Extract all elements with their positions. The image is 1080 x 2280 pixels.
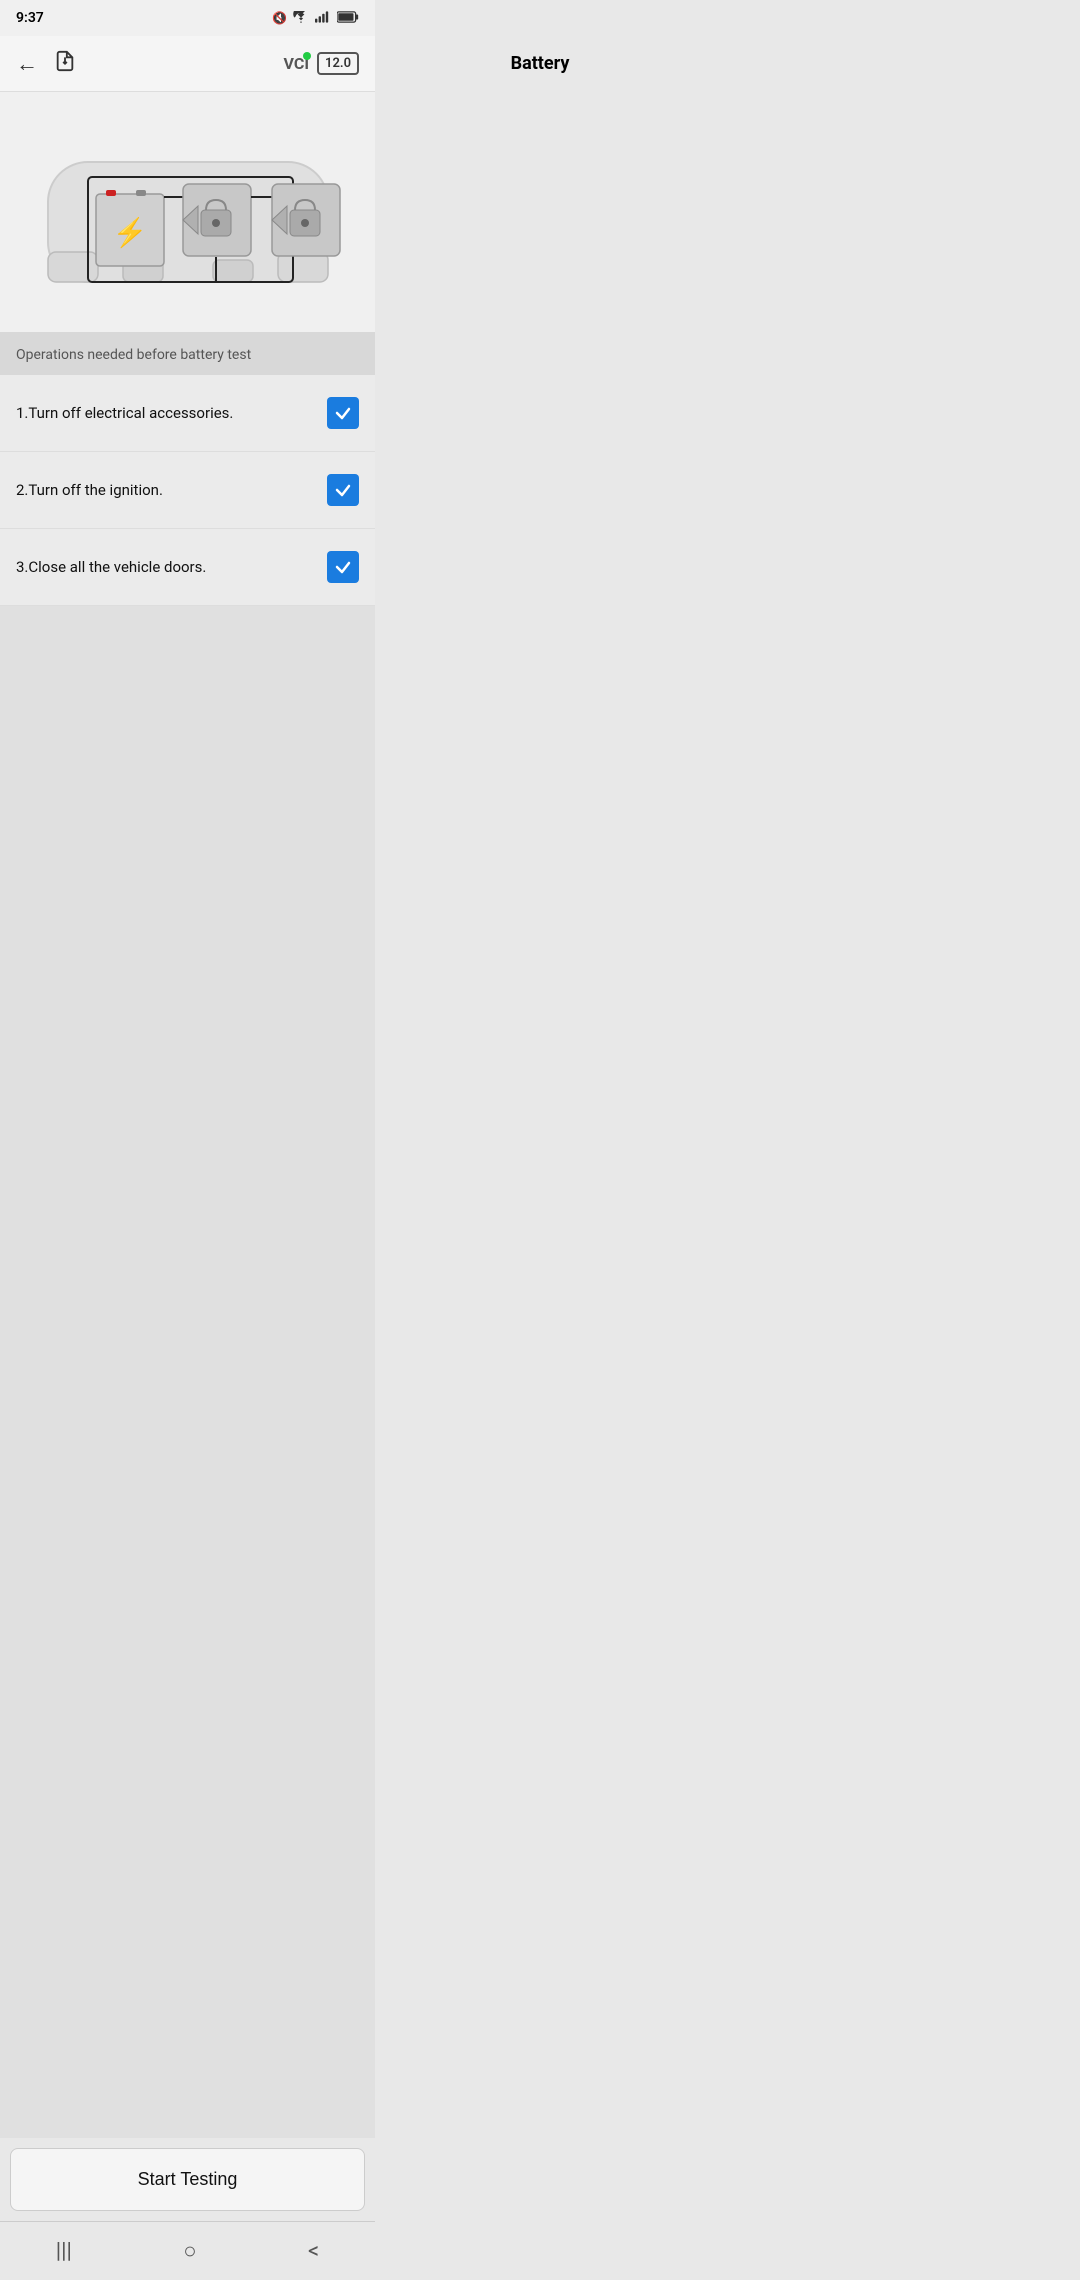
checkmark-2-icon (333, 480, 353, 500)
checkmark-1-icon (333, 403, 353, 423)
status-bar: 9:37 🔇 (0, 0, 375, 36)
checklist-item-3[interactable]: 3.Close all the vehicle doors. (0, 529, 375, 606)
operations-header-text: Operations needed before battery test (16, 347, 251, 363)
status-time: 9:37 (16, 10, 44, 26)
signal-icon (315, 11, 331, 26)
checklist-item-2[interactable]: 2.Turn off the ignition. (0, 452, 375, 529)
vci-badge: VCI (284, 54, 310, 73)
export-button[interactable] (54, 50, 76, 78)
operations-header: Operations needed before battery test (0, 332, 375, 375)
status-icons: 🔇 (272, 11, 359, 26)
header-left: ← (16, 50, 76, 78)
car-diagram-section: ⚡ (0, 92, 375, 332)
vci-connected-dot (303, 52, 311, 60)
checkbox-1[interactable] (327, 397, 359, 429)
checkbox-2[interactable] (327, 474, 359, 506)
checklist-item-1-text: 1.Turn off electrical accessories. (16, 404, 233, 422)
menu-button[interactable]: ||| (40, 2235, 88, 2268)
empty-content-area (0, 606, 375, 2138)
header: ← Battery VCI 12.0 (0, 36, 375, 92)
checkbox-3[interactable] (327, 551, 359, 583)
battery-icon (337, 11, 359, 26)
checklist-item-1[interactable]: 1.Turn off electrical accessories. (0, 375, 375, 452)
back-button[interactable]: ← (16, 51, 38, 77)
checklist-item-2-text: 2.Turn off the ignition. (16, 481, 163, 499)
checklist-item-3-text: 3.Close all the vehicle doors. (16, 558, 206, 576)
content-area: Operations needed before battery test 1.… (0, 332, 375, 2138)
nav-bar: ||| ○ < (0, 2221, 375, 2280)
home-button[interactable]: ○ (167, 2234, 212, 2268)
voltage-badge: 12.0 (317, 52, 359, 75)
svg-text:⚡: ⚡ (112, 216, 147, 249)
mute-icon: 🔇 (272, 11, 287, 25)
checkmark-3-icon (333, 557, 353, 577)
wifi-icon (293, 11, 309, 26)
start-testing-button[interactable]: Start Testing (10, 2148, 365, 2211)
car-diagram: ⚡ (28, 112, 348, 312)
header-right: VCI 12.0 (284, 52, 359, 75)
page-title: Battery (511, 53, 570, 74)
checklist: 1.Turn off electrical accessories. 2.Tur… (0, 375, 375, 606)
back-nav-button[interactable]: < (292, 2235, 335, 2268)
